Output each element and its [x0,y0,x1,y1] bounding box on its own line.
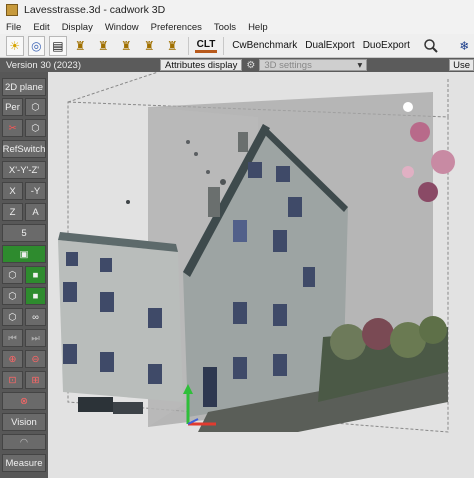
3d-viewport[interactable] [48,72,474,478]
toolbar-separator [223,36,225,55]
solid-cube-2-icon[interactable]: ■ [25,287,46,305]
toolbar-separator [187,36,189,55]
a-button[interactable]: A [25,203,46,221]
cube-wire-icon[interactable]: ⬡ [2,287,23,305]
use-button[interactable]: Use [449,59,474,71]
xyz-button[interactable]: X'-Y'-Z' [2,161,46,179]
zoom-in-icon[interactable]: ⊕ [2,350,23,368]
document-icon[interactable]: ▤ [49,35,67,56]
x-button[interactable]: X [2,182,23,200]
gauge-icon[interactable]: ◠ [2,434,46,450]
title-bar: Lavesstrasse.3d - cadwork 3D [0,0,474,20]
menu-file[interactable]: File [6,22,21,33]
z-button[interactable]: Z [2,203,23,221]
worker-arrow-icon[interactable]: ♜ [117,36,136,56]
cwbenchmark-button[interactable]: CwBenchmark [230,40,299,51]
plane-2d-button[interactable]: 2D plane [2,78,46,96]
settings-3d-dropdown[interactable]: 3D settings ▾ [259,59,368,71]
attributes-display-button[interactable]: Attributes display [160,59,243,71]
chevron-down-icon: ▾ [357,60,363,71]
search-icon[interactable] [422,36,441,56]
cube-small-icon[interactable]: ⬡ [2,308,23,326]
menu-preferences[interactable]: Preferences [151,22,202,33]
clt-button[interactable]: CLT [194,39,218,53]
worker-add-icon[interactable]: ♜ [94,36,113,56]
sun-icon[interactable]: ☀ [6,35,24,56]
cube-view-icon[interactable]: ⬡ [2,266,23,284]
globe-icon[interactable]: ◎ [27,35,46,56]
menu-edit[interactable]: Edit [33,22,49,33]
measure-button[interactable]: Measure [2,454,46,472]
per-button[interactable]: Per [2,98,23,116]
worker-icon[interactable]: ♜ [71,36,90,56]
solid-cube-icon[interactable]: ■ [25,266,46,284]
app-icon [6,4,18,16]
next-icon[interactable]: ⏭ [25,329,46,347]
green-cube-icon[interactable]: ▣ [2,245,46,263]
worker-export-icon[interactable]: ♜ [163,36,182,56]
settings-3d-label: 3D settings [264,60,312,71]
menu-bar: File Edit Display Window Preferences Too… [0,20,474,34]
menu-window[interactable]: Window [105,22,139,33]
menu-tools[interactable]: Tools [214,22,236,33]
left-panel: 2D plane Per ⬡ ✂ ⬡ RefSwitch X'-Y'-Z' X … [0,72,48,478]
menu-display[interactable]: Display [62,22,93,33]
status-row: Version 30 (2023) Attributes display ⚙ 3… [0,58,474,72]
cube-icon[interactable]: ⬡ [25,98,46,116]
duoexport-button[interactable]: DuoExport [361,40,412,51]
zoom-all-icon[interactable]: ⊞ [25,371,46,389]
neg-y-button[interactable]: -Y [25,182,46,200]
prev-icon[interactable]: ⏮ [2,329,23,347]
five-button[interactable]: 5 [2,224,46,242]
refswitch-button[interactable]: RefSwitch [2,140,46,158]
window-title: Lavesstrasse.3d - cadwork 3D [24,4,166,16]
dualexport-button[interactable]: DualExport [303,40,356,51]
version-label: Version 30 (2023) [6,59,81,71]
zoom-fit-icon[interactable]: ⊗ [2,392,46,410]
worker-plus-icon[interactable]: ♜ [140,36,159,56]
cube-outline-icon[interactable]: ⬡ [25,119,46,137]
red-tool-icon[interactable]: ✂ [2,119,23,137]
gear-icon[interactable]: ⚙ [246,60,255,71]
zoom-window-icon[interactable]: ⊡ [2,371,23,389]
zoom-out-icon[interactable]: ⊖ [25,350,46,368]
thermometer-snowflake-icon[interactable]: ❄ [455,36,474,56]
vision-button[interactable]: Vision [2,413,46,431]
point-cloud-scene [48,72,474,478]
main-toolbar: ☀ ◎ ▤ ♜ ♜ ♜ ♜ ♜ CLT CwBenchmark DualExpo… [0,34,474,58]
link-icon[interactable]: ∞ [25,308,46,326]
menu-help[interactable]: Help [248,22,268,33]
